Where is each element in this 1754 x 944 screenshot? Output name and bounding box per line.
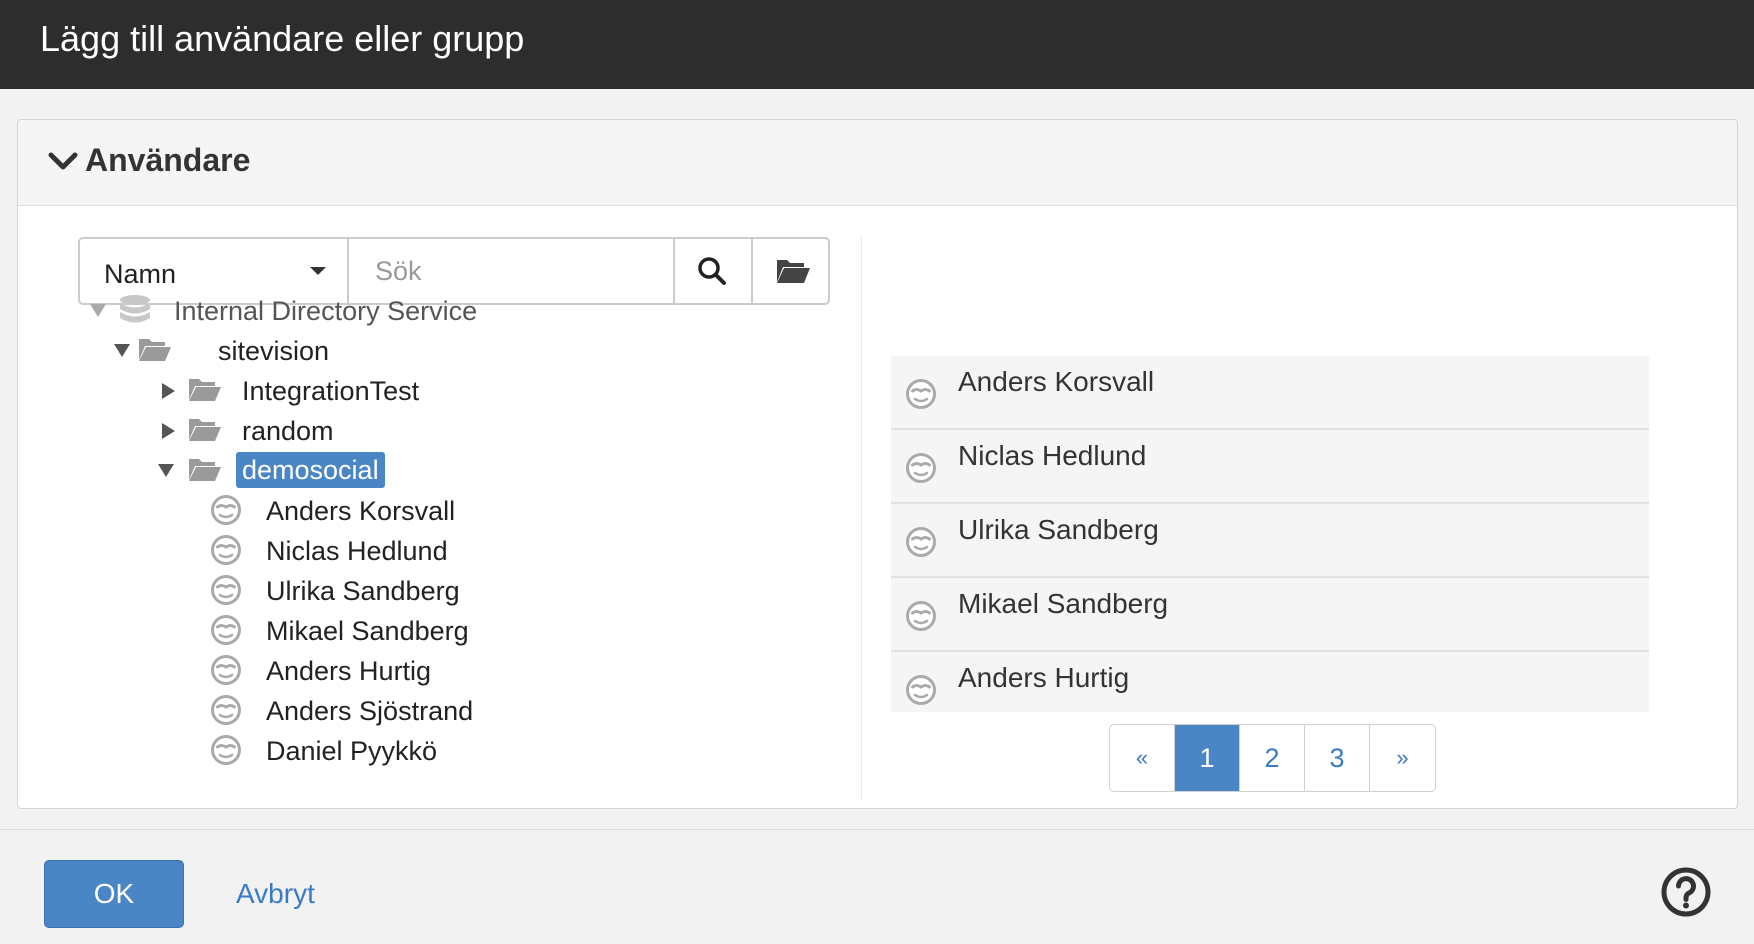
- result-name: Anders Korsvall: [958, 366, 1155, 397]
- result-row[interactable]: Mikael Sandberg: [891, 578, 1649, 652]
- pagination: « 1 2 3 »: [1109, 724, 1436, 792]
- panel-header[interactable]: Användare: [18, 120, 1737, 206]
- tree-user-label: Niclas Hedlund: [266, 536, 448, 566]
- tree-label-integrationtest: IntegrationTest: [242, 376, 420, 406]
- result-name: Anders Hurtig: [958, 662, 1130, 693]
- result-name: Niclas Hedlund: [958, 440, 1147, 471]
- triangle-down-icon[interactable]: [90, 304, 106, 318]
- users-panel: Användare Namn Sök Internal Directory Se…: [17, 119, 1738, 809]
- folder-open-icon: [189, 419, 221, 441]
- help-circle-icon[interactable]: [1660, 866, 1712, 918]
- browse-folder-button[interactable]: [751, 239, 828, 303]
- database-icon: [120, 295, 150, 323]
- panel-title: Användare: [85, 142, 251, 178]
- dialog-title: Lägg till användare eller grupp: [40, 18, 525, 59]
- search-field-value: Namn: [104, 259, 177, 289]
- tree-user-label: Ulrika Sandberg: [266, 576, 460, 606]
- result-row[interactable]: Anders Korsvall: [891, 356, 1649, 430]
- triangle-down-icon[interactable]: [114, 344, 130, 358]
- user-icon: [211, 735, 241, 765]
- result-name: Ulrika Sandberg: [958, 514, 1159, 545]
- folder-open-icon: [189, 459, 221, 481]
- result-row[interactable]: Ulrika Sandberg: [891, 504, 1649, 578]
- triangle-down-icon[interactable]: [158, 464, 174, 478]
- search-input[interactable]: [351, 239, 673, 303]
- triangle-right-icon[interactable]: [162, 383, 176, 399]
- ok-button[interactable]: OK: [44, 860, 184, 928]
- results-list: Anders Korsvall Niclas Hedlund Ulrika Sand…: [891, 356, 1649, 712]
- user-icon: [906, 601, 936, 631]
- user-icon: [211, 495, 241, 525]
- result-row[interactable]: Niclas Hedlund: [891, 430, 1649, 504]
- tree-label-random: random: [242, 416, 334, 446]
- user-icon: [906, 379, 936, 409]
- user-icon: [906, 453, 936, 483]
- tree-label-sitevision: sitevision: [218, 336, 330, 366]
- user-icon: [211, 535, 241, 565]
- pagination-page[interactable]: 3: [1305, 725, 1370, 791]
- dialog-titlebar: Lägg till användare eller grupp: [0, 0, 1754, 89]
- tree-user-label: Daniel Pyykkö: [266, 736, 438, 766]
- chevron-down-icon: [48, 152, 78, 170]
- caret-down-icon: [310, 267, 326, 275]
- tree-user-label: Anders Hurtig: [266, 656, 432, 686]
- user-icon: [211, 695, 241, 725]
- user-icon: [211, 655, 241, 685]
- folder-open-icon: [777, 260, 810, 283]
- pagination-next[interactable]: »: [1370, 725, 1435, 791]
- tree-user-label: Anders Sjöstrand: [266, 696, 474, 726]
- tree-user-label: Mikael Sandberg: [266, 616, 469, 646]
- user-icon: [211, 615, 241, 645]
- folder-open-icon: [139, 339, 171, 361]
- result-name: Mikael Sandberg: [958, 588, 1169, 619]
- search-button[interactable]: [673, 239, 750, 303]
- result-row[interactable]: Anders Hurtig: [891, 652, 1649, 712]
- user-icon: [906, 675, 936, 705]
- folder-open-icon: [189, 379, 221, 401]
- footer-divider: [0, 829, 1754, 830]
- tree-label-root: Internal Directory Service: [174, 296, 478, 326]
- pagination-prev[interactable]: «: [1110, 725, 1175, 791]
- tree-user-label: Anders Korsvall: [266, 496, 456, 526]
- triangle-right-icon[interactable]: [162, 423, 176, 439]
- user-icon: [211, 575, 241, 605]
- column-divider: [861, 236, 862, 801]
- cancel-link[interactable]: Avbryt: [236, 878, 315, 910]
- tree-label-demosocial: demosocial: [236, 452, 385, 488]
- search-bar: Namn: [78, 237, 830, 305]
- user-icon: [906, 527, 936, 557]
- pagination-page[interactable]: 1: [1175, 725, 1240, 791]
- search-icon: [698, 257, 726, 285]
- pagination-page[interactable]: 2: [1240, 725, 1305, 791]
